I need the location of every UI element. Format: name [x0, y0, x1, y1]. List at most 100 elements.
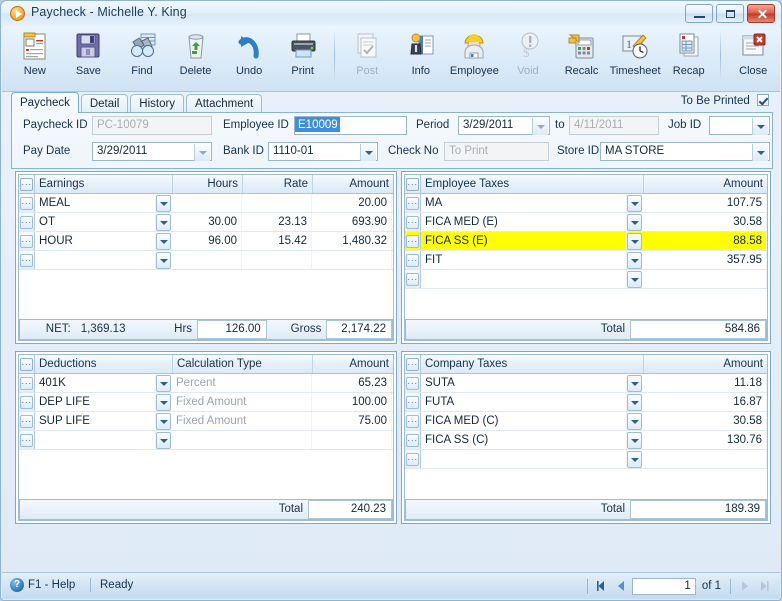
deductions-cell-amount[interactable]: 65.23 [312, 374, 392, 392]
table-row[interactable]: ··· [19, 431, 393, 450]
earnings-cell-amount[interactable]: 693.90 [312, 213, 392, 231]
toolbar-button-close[interactable]: Close [726, 26, 780, 88]
row-selector[interactable]: ··· [19, 232, 35, 250]
last-record-button[interactable] [756, 578, 772, 594]
employee-taxes-column-name[interactable]: Employee Taxes [421, 175, 644, 193]
chevron-down-icon[interactable] [627, 270, 643, 288]
previous-record-button[interactable] [613, 578, 629, 594]
pay-date-dropdown-arrow[interactable] [194, 144, 210, 161]
company-taxes-column-name[interactable]: Company Taxes [421, 355, 644, 373]
deductions-cell-calc-type[interactable]: Percent [172, 374, 312, 392]
toolbar-button-employee[interactable]: Employee [448, 26, 502, 88]
toolbar-button-new[interactable]: New [8, 26, 62, 88]
toolbar-button-void[interactable]: $ Void [501, 26, 555, 88]
chevron-down-icon[interactable] [627, 412, 643, 430]
employee-taxes-cell-name[interactable]: FICA SS (E) [421, 232, 628, 250]
earnings-cell-name[interactable]: OT [35, 213, 156, 231]
tab-paycheck[interactable]: Paycheck [11, 92, 79, 113]
table-row[interactable]: ··· OT 30.00 23.13 693.90 [19, 213, 393, 232]
deductions-cell-name[interactable]: SUP LIFE [35, 412, 156, 430]
earnings-cell-hours[interactable]: 96.00 [172, 232, 242, 250]
table-row[interactable]: ··· [405, 270, 767, 289]
deductions-cell-amount[interactable]: 75.00 [312, 412, 392, 430]
table-row[interactable]: ··· 401K Percent 65.23 [19, 374, 393, 393]
earnings-cell-rate[interactable]: 15.42 [242, 232, 312, 250]
chevron-down-icon[interactable] [627, 213, 643, 231]
earnings-column-rate[interactable]: Rate [243, 175, 313, 193]
next-record-button[interactable] [737, 578, 753, 594]
job-id-dropdown-arrow[interactable] [752, 118, 768, 135]
earnings-cell-hours[interactable]: 30.00 [172, 213, 242, 231]
chevron-down-icon[interactable] [627, 431, 643, 449]
table-row[interactable]: ··· SUTA 11.18 [405, 374, 767, 393]
row-selector[interactable]: ··· [405, 374, 421, 392]
chevron-down-icon[interactable] [156, 194, 171, 212]
chevron-down-icon[interactable] [156, 374, 171, 392]
toolbar-button-save[interactable]: Save [62, 26, 116, 88]
maximize-button[interactable] [716, 4, 744, 23]
earnings-column-hours[interactable]: Hours [173, 175, 243, 193]
company-taxes-cell-amount[interactable]: 130.76 [643, 431, 767, 449]
chevron-down-icon[interactable] [156, 232, 171, 250]
earnings-cell-amount[interactable]: 20.00 [312, 194, 392, 212]
deductions-column-calc-type[interactable]: Calculation Type [173, 355, 313, 373]
earnings-column-name[interactable]: Earnings [35, 175, 173, 193]
store-id-dropdown-arrow[interactable] [752, 144, 768, 161]
employee-taxes-cell-amount[interactable]: 357.95 [643, 251, 767, 269]
chevron-down-icon[interactable] [156, 213, 171, 231]
row-selector[interactable]: ··· [19, 431, 35, 449]
period-from-dropdown-arrow[interactable] [532, 118, 548, 135]
company-taxes-column-amount[interactable]: Amount [644, 355, 767, 373]
chevron-down-icon[interactable] [627, 393, 643, 411]
earnings-cell-amount[interactable]: 1,480.32 [312, 232, 392, 250]
company-taxes-cell-name[interactable]: FICA MED (C) [421, 412, 628, 430]
deductions-cell-name[interactable]: 401K [35, 374, 156, 392]
toolbar-button-print[interactable]: Print [276, 26, 330, 88]
chevron-down-icon[interactable] [156, 251, 171, 269]
deductions-cell-calc-type[interactable]: Fixed Amount [172, 412, 312, 430]
deductions-cell-amount[interactable]: 100.00 [312, 393, 392, 411]
table-row[interactable]: ··· FICA SS (C) 130.76 [405, 431, 767, 450]
table-row[interactable]: ··· MEAL 20.00 [19, 194, 393, 213]
row-selector[interactable]: ··· [405, 412, 421, 430]
employee-id-field[interactable]: E10009 [294, 116, 407, 135]
row-selector[interactable]: ··· [405, 251, 421, 269]
employee-taxes-cell-amount[interactable]: 88.58 [643, 232, 767, 250]
table-row[interactable]: ··· FIT 357.95 [405, 251, 767, 270]
table-row[interactable]: ··· FICA MED (C) 30.58 [405, 412, 767, 431]
close-button[interactable] [747, 4, 775, 23]
earnings-cell-hours[interactable] [172, 194, 242, 212]
chevron-down-icon[interactable] [627, 232, 643, 250]
row-selector[interactable]: ··· [19, 393, 35, 411]
earnings-column-amount[interactable]: Amount [313, 175, 393, 193]
store-id-field[interactable]: MA STORE [600, 142, 770, 161]
toolbar-button-post[interactable]: Post [340, 26, 394, 88]
bank-id-field[interactable]: 1110-01 [268, 142, 378, 161]
deductions-cell-calc-type[interactable]: Fixed Amount [172, 393, 312, 411]
chevron-down-icon[interactable] [627, 194, 643, 212]
pay-date-field[interactable]: 3/29/2011 [92, 142, 212, 161]
chevron-down-icon[interactable] [156, 431, 171, 449]
table-row[interactable]: ··· FUTA 16.87 [405, 393, 767, 412]
chevron-down-icon[interactable] [156, 412, 171, 430]
deductions-column-name[interactable]: Deductions [35, 355, 173, 373]
row-selector[interactable]: ··· [19, 194, 35, 212]
earnings-cell-name[interactable]: MEAL [35, 194, 156, 212]
tab-attachment[interactable]: Attachment [186, 94, 263, 113]
first-record-button[interactable] [594, 578, 610, 594]
row-selector[interactable]: ··· [405, 270, 421, 288]
employee-taxes-cell-name[interactable]: FICA MED (E) [421, 213, 628, 231]
page-number-input[interactable]: 1 [631, 577, 696, 595]
company-taxes-cell-name[interactable] [421, 450, 628, 468]
chevron-down-icon[interactable] [156, 393, 171, 411]
employee-taxes-cell-name[interactable] [421, 270, 628, 288]
chevron-down-icon[interactable] [627, 450, 643, 468]
toolbar-button-timesheet[interactable]: 1 Timesheet [608, 26, 662, 88]
earnings-cell-amount[interactable] [312, 251, 392, 269]
company-taxes-cell-name[interactable]: SUTA [421, 374, 628, 392]
table-row-highlighted[interactable]: ··· FICA SS (E) 88.58 [405, 232, 767, 251]
row-selector[interactable]: ··· [19, 213, 35, 231]
to-be-printed-group[interactable]: To Be Printed [681, 94, 769, 107]
row-selector[interactable]: ··· [405, 213, 421, 231]
company-taxes-cell-amount[interactable] [643, 450, 767, 468]
